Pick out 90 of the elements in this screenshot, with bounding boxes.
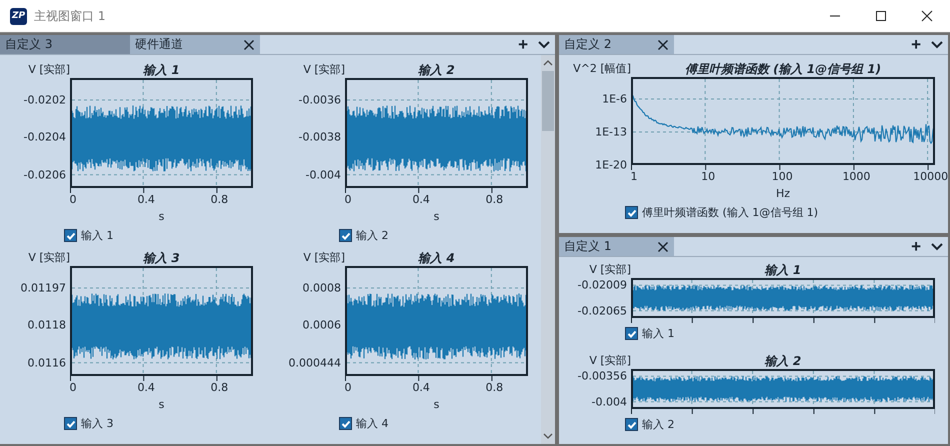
tick-label: 10000 xyxy=(913,170,948,183)
tick-label: 0.01197 xyxy=(20,282,66,294)
chevron-down-icon xyxy=(538,40,550,48)
tick-label: 0.0116 xyxy=(28,356,66,370)
panel-tab[interactable]: 自定义 1 xyxy=(559,237,674,256)
close-icon xyxy=(921,10,933,22)
legend-label: 输入 3 xyxy=(81,416,114,431)
tick-label: 10 xyxy=(701,170,716,183)
scroll-up-icon[interactable] xyxy=(543,59,553,67)
chevron-down-icon xyxy=(931,40,943,48)
tick-label: 0.000444 xyxy=(288,356,341,370)
axis-label: V [实部] xyxy=(303,250,345,266)
close-icon[interactable] xyxy=(657,38,669,50)
axis-label: s xyxy=(158,210,164,223)
tick-label: 0 xyxy=(344,381,352,394)
tick-label: 0.8 xyxy=(486,193,504,206)
checkbox[interactable] xyxy=(339,417,352,430)
checkbox[interactable] xyxy=(64,417,77,430)
tick-label: -0.0038 xyxy=(298,130,341,144)
legend-label: 输入 1 xyxy=(642,326,674,341)
axis-label: s xyxy=(434,210,440,223)
legend-label: 傅里叶频谱函数 (输入 1@信号组 1) xyxy=(642,205,818,220)
panel-tab[interactable]: 自定义 2 xyxy=(559,35,674,54)
scrollbar[interactable] xyxy=(541,55,555,444)
axis-label: Hz xyxy=(776,187,790,200)
chart-title: 输入 1 xyxy=(764,262,802,279)
legend-label: 输入 1 xyxy=(81,228,114,243)
add-button[interactable]: + xyxy=(513,35,533,54)
tick-label: 1E-20 xyxy=(595,158,627,172)
axis-label: s xyxy=(434,398,440,411)
chart-title: 输入 4 xyxy=(418,250,455,267)
tick-label: 0.4 xyxy=(137,193,155,206)
tick-label: 100 xyxy=(772,170,793,183)
axis-label: V [实部] xyxy=(589,262,631,278)
panel-tab[interactable]: 自定义 3 xyxy=(0,35,130,54)
checkbox[interactable] xyxy=(339,229,352,242)
tick-label: 0.4 xyxy=(412,381,430,394)
axis-label: V [实部] xyxy=(28,250,70,266)
tick-label: -0.0036 xyxy=(298,94,341,106)
tick-label: 0 xyxy=(70,193,76,206)
chevron-down-icon xyxy=(931,242,943,250)
chart-title: 输入 2 xyxy=(764,353,802,370)
tick-label: -0.00356 xyxy=(578,370,627,383)
tick-label: -0.0202 xyxy=(24,94,66,106)
tick-label: 1 xyxy=(630,170,638,183)
close-icon[interactable] xyxy=(243,38,255,50)
chart-title: 傅里叶频谱函数 (输入 1@信号组 1) xyxy=(684,61,882,78)
axis-label: V [实部] xyxy=(303,62,345,78)
app-logo: ZP xyxy=(10,8,27,24)
scrollbar-thumb[interactable] xyxy=(542,71,554,131)
legend-label: 输入 4 xyxy=(356,416,388,431)
add-button[interactable]: + xyxy=(906,237,926,256)
tick-label: 0 xyxy=(344,193,352,206)
tick-label: 0.8 xyxy=(486,381,504,394)
tick-label: -0.02009 xyxy=(578,278,627,292)
axis-label: V^2 [幅值] xyxy=(573,61,631,77)
tick-label: -0.004 xyxy=(592,395,627,408)
tick-label: -0.004 xyxy=(306,168,341,182)
tick-label: 1000 xyxy=(842,170,870,183)
tick-label: 1E-13 xyxy=(595,126,627,138)
checkbox[interactable] xyxy=(625,418,638,431)
tick-label: 0.8 xyxy=(210,381,228,394)
chart-title: 输入 2 xyxy=(418,62,455,79)
panel-tab[interactable]: 硬件通道 xyxy=(130,35,260,54)
chart-title: 输入 1 xyxy=(143,62,180,79)
tick-label: 0.0118 xyxy=(28,318,66,332)
scroll-down-icon[interactable] xyxy=(543,432,553,440)
axis-label: V [实部] xyxy=(28,62,70,78)
tick-label: 0 xyxy=(70,381,76,394)
tick-label: 0.4 xyxy=(137,381,155,394)
checkbox[interactable] xyxy=(625,206,638,219)
legend-label: 输入 2 xyxy=(642,417,674,432)
window-title: 主视图窗口 1 xyxy=(34,8,106,24)
add-button[interactable]: + xyxy=(906,35,926,54)
tick-label: 1E-6 xyxy=(602,92,627,106)
tick-label: 0.0008 xyxy=(302,282,341,294)
tick-label: 0.0006 xyxy=(302,318,341,332)
checkbox[interactable] xyxy=(625,327,638,340)
axis-label: V [实部] xyxy=(589,353,631,369)
close-icon[interactable] xyxy=(657,240,669,252)
tick-label: -0.0204 xyxy=(24,130,66,144)
chart-title: 输入 3 xyxy=(143,250,180,267)
tick-label: 0.4 xyxy=(412,193,430,206)
legend-label: 输入 2 xyxy=(356,228,388,243)
tick-label: -0.02065 xyxy=(578,304,627,318)
tick-label: 0.8 xyxy=(210,193,228,206)
checkbox[interactable] xyxy=(64,229,77,242)
maximize-icon xyxy=(875,10,887,22)
axis-label: s xyxy=(158,398,164,411)
tick-label: -0.0206 xyxy=(24,168,66,182)
